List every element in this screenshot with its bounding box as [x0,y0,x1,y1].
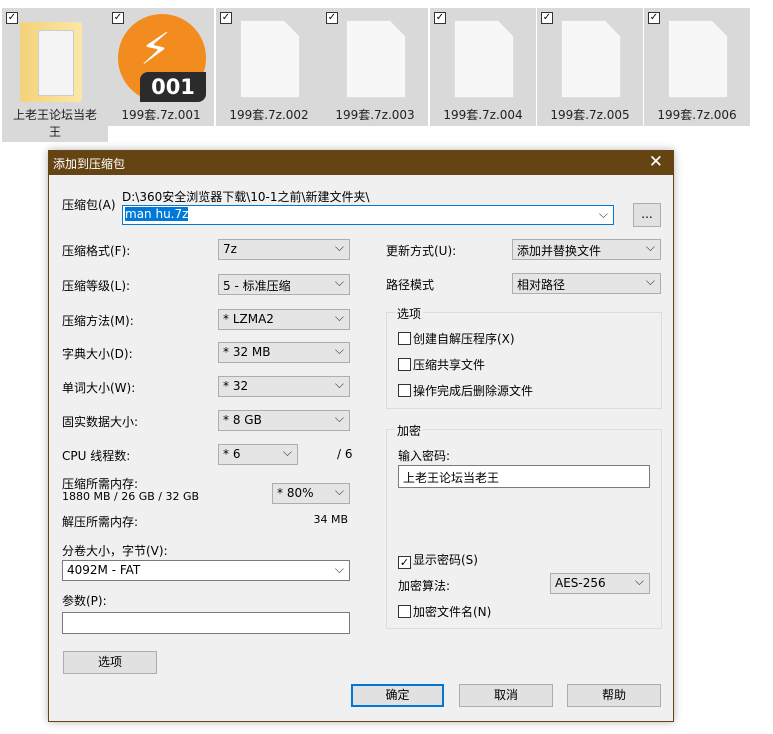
params-input[interactable] [62,612,350,634]
file-tile[interactable]: ✓ 199套.7z.005 [537,8,643,126]
word-select[interactable]: * 32 [218,376,350,397]
ok-button[interactable]: 确定 [351,684,444,707]
file-name: 199套.7z.004 [443,108,523,122]
help-button[interactable]: 帮助 [567,684,661,707]
format-select[interactable]: 7z [218,239,350,260]
word-label: 单词大小(W): [62,381,136,395]
dict-select[interactable]: * 32 MB [218,342,350,363]
encrypt-names-checkbox[interactable]: 加密文件名(N) [398,603,491,620]
enc-method-label: 加密算法: [398,579,451,593]
file-name: 199套.7z.001 [121,108,201,122]
checkbox[interactable]: ✓ [434,12,446,24]
file-tile[interactable]: ✓ ⚡ 001 199套.7z.001 [108,8,214,126]
file-name: 199套.7z.002 [229,108,309,122]
file-icon [346,20,406,98]
encryption-group: 加密 输入密码: 上老王论坛当老王 ✓ 显示密码(S) 加密算法: AES-256… [386,422,662,629]
cancel-button[interactable]: 取消 [459,684,553,707]
dialog-title: 添加到压缩包 [53,157,126,171]
checkbox[interactable]: ✓ [220,12,232,24]
format-label: 压缩格式(F): [62,244,131,258]
checkbox[interactable]: ✓ [648,12,660,24]
file-tile[interactable]: ✓ 199套.7z.004 [430,8,536,126]
password-input[interactable]: 上老王论坛当老王 [398,465,650,488]
dmem-value: 34 MB [313,513,348,526]
file-name: 199套.7z.006 [657,108,737,122]
checkbox[interactable]: ✓ [112,12,124,24]
file-tile[interactable]: ✓ 199套.7z.006 [644,8,750,126]
archive-label: 压缩包(A) [62,198,116,212]
browse-button[interactable]: ... [633,203,661,227]
show-password-checkbox[interactable]: ✓ 显示密码(S) [398,551,478,569]
params-label: 参数(P): [62,594,107,608]
level-select[interactable]: 5 - 标准压缩 [218,274,350,295]
file-icon [454,20,514,98]
file-icon [668,20,728,98]
split-combobox[interactable]: 4092M - FAT ⌵ [62,560,350,581]
sfx-checkbox[interactable]: 创建自解压程序(X) [398,330,515,347]
mem-percent-select[interactable]: * 80% [272,483,350,504]
method-label: 压缩方法(M): [62,314,134,328]
file-icon [240,20,300,98]
password-label: 输入密码: [398,449,451,463]
level-label: 压缩等级(L): [62,279,131,293]
chevron-down-icon[interactable]: ⌵ [599,207,608,222]
archive-name-input[interactable]: man hu.7z ⌵ [122,205,614,225]
solid-label: 固实数据大小: [62,415,139,429]
chevron-down-icon[interactable]: ⌵ [335,562,344,577]
file-name: 上老王论坛当老王 [12,108,97,139]
folder-icon [20,22,82,102]
update-label: 更新方式(U): [386,244,457,258]
options-button[interactable]: 选项 [63,651,157,674]
split-label: 分卷大小，字节(V): [62,544,168,558]
file-name: 199套.7z.005 [550,108,630,122]
archive-icon: ⚡ 001 [118,14,206,102]
file-tile[interactable]: ✓ 199套.7z.002 [216,8,322,126]
enc-method-select[interactable]: AES-256 [550,573,650,594]
options-group-label: 选项 [395,305,424,322]
method-select[interactable]: * LZMA2 [218,309,350,330]
path-select[interactable]: 相对路径 [512,273,661,294]
cpu-select[interactable]: * 6 [218,444,298,465]
dmem-label: 解压所需内存: [62,515,139,529]
file-icon [561,20,621,98]
dict-label: 字典大小(D): [62,347,133,361]
checkbox[interactable]: ✓ [326,12,338,24]
delete-source-checkbox[interactable]: 操作完成后删除源文件 [398,382,533,399]
path-label: 路径模式 [386,278,435,292]
options-group: 选项 创建自解压程序(X) 压缩共享文件 操作完成后删除源文件 [386,305,662,409]
file-tile[interactable]: ✓ 199套.7z.003 [322,8,428,126]
title-bar: 添加到压缩包 ✕ [49,151,673,175]
checkbox[interactable]: ✓ [541,12,553,24]
mem-value: 1880 MB / 26 GB / 32 GB [62,490,200,503]
file-name: 199套.7z.003 [335,108,415,122]
checkbox[interactable]: ✓ [6,12,18,24]
encryption-group-label: 加密 [395,422,424,439]
solid-select[interactable]: * 8 GB [218,410,350,431]
file-tile[interactable]: ✓ 上老王论坛当老王 [2,8,108,142]
add-to-archive-dialog: 添加到压缩包 ✕ 压缩包(A) D:\360安全浏览器下载\10-1之前\新建文… [48,150,674,722]
cpu-max: / 6 [337,447,353,461]
cpu-label: CPU 线程数: [62,449,131,463]
archive-badge: 001 [140,72,206,102]
archive-path: D:\360安全浏览器下载\10-1之前\新建文件夹\ [122,190,370,204]
close-icon[interactable]: ✕ [649,152,663,172]
update-select[interactable]: 添加并替换文件 [512,239,661,260]
shared-checkbox[interactable]: 压缩共享文件 [398,356,485,373]
